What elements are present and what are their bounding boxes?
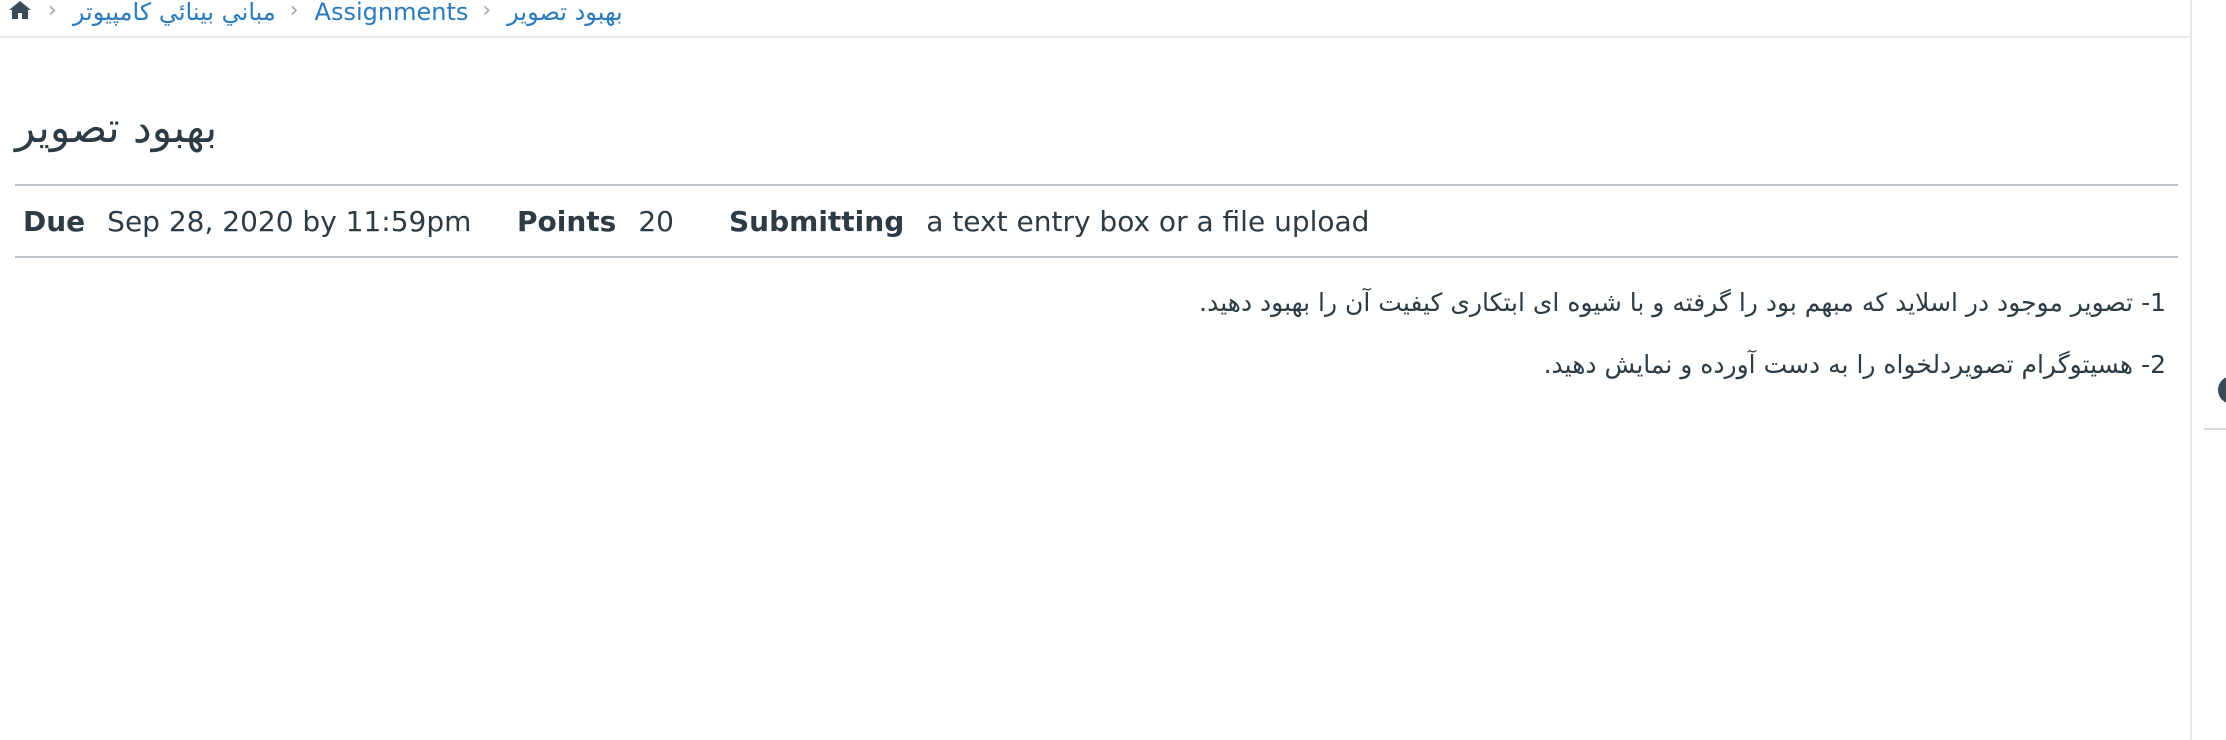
due-value: Sep 28, 2020 by 11:59pm [107, 204, 472, 238]
assignment-details: Due Sep 28, 2020 by 11:59pm Points 20 Su… [15, 184, 2178, 258]
breadcrumb-assignments-link[interactable]: Assignments [315, 0, 469, 24]
assignment-page: › مباني بينائي كامپيوتر › Assignments › … [0, 0, 2226, 740]
chevron-right-icon: › [289, 0, 299, 23]
assignment-description: 1- تصویر موجود در اسلاید که مبهم بود را … [166, 286, 2166, 410]
chevron-right-icon: › [48, 0, 57, 23]
due-group: Due Sep 28, 2020 by 11:59pm [15, 205, 509, 238]
home-link[interactable] [8, 0, 34, 22]
points-label: Points [517, 204, 617, 238]
breadcrumb: › مباني بينائي كامپيوتر › Assignments › … [0, 0, 2190, 38]
right-sidebar-edge [2190, 0, 2226, 740]
chevron-right-icon: › [482, 0, 492, 23]
submitting-value: a text entry box or a file upload [926, 204, 1370, 238]
points-group: Points 20 [509, 205, 721, 238]
divider [2204, 428, 2226, 430]
page-title: بهبود تصوير [15, 103, 218, 152]
breadcrumb-course-link[interactable]: مباني بينائي كامپيوتر [73, 0, 276, 24]
sidebar-toggle-handle[interactable] [2218, 376, 2226, 404]
points-value: 20 [638, 204, 674, 238]
home-icon [9, 1, 31, 19]
breadcrumb-current-link[interactable]: بهبود تصوير [507, 0, 623, 24]
due-label: Due [23, 204, 86, 238]
submitting-group: Submitting a text entry box or a file up… [721, 205, 1369, 238]
submitting-label: Submitting [729, 204, 905, 238]
description-line: 1- تصویر موجود در اسلاید که مبهم بود را … [1199, 288, 2166, 317]
description-line: 2- هسیتوگرام تصویردلخواه را به دست آورده… [1543, 350, 2166, 379]
